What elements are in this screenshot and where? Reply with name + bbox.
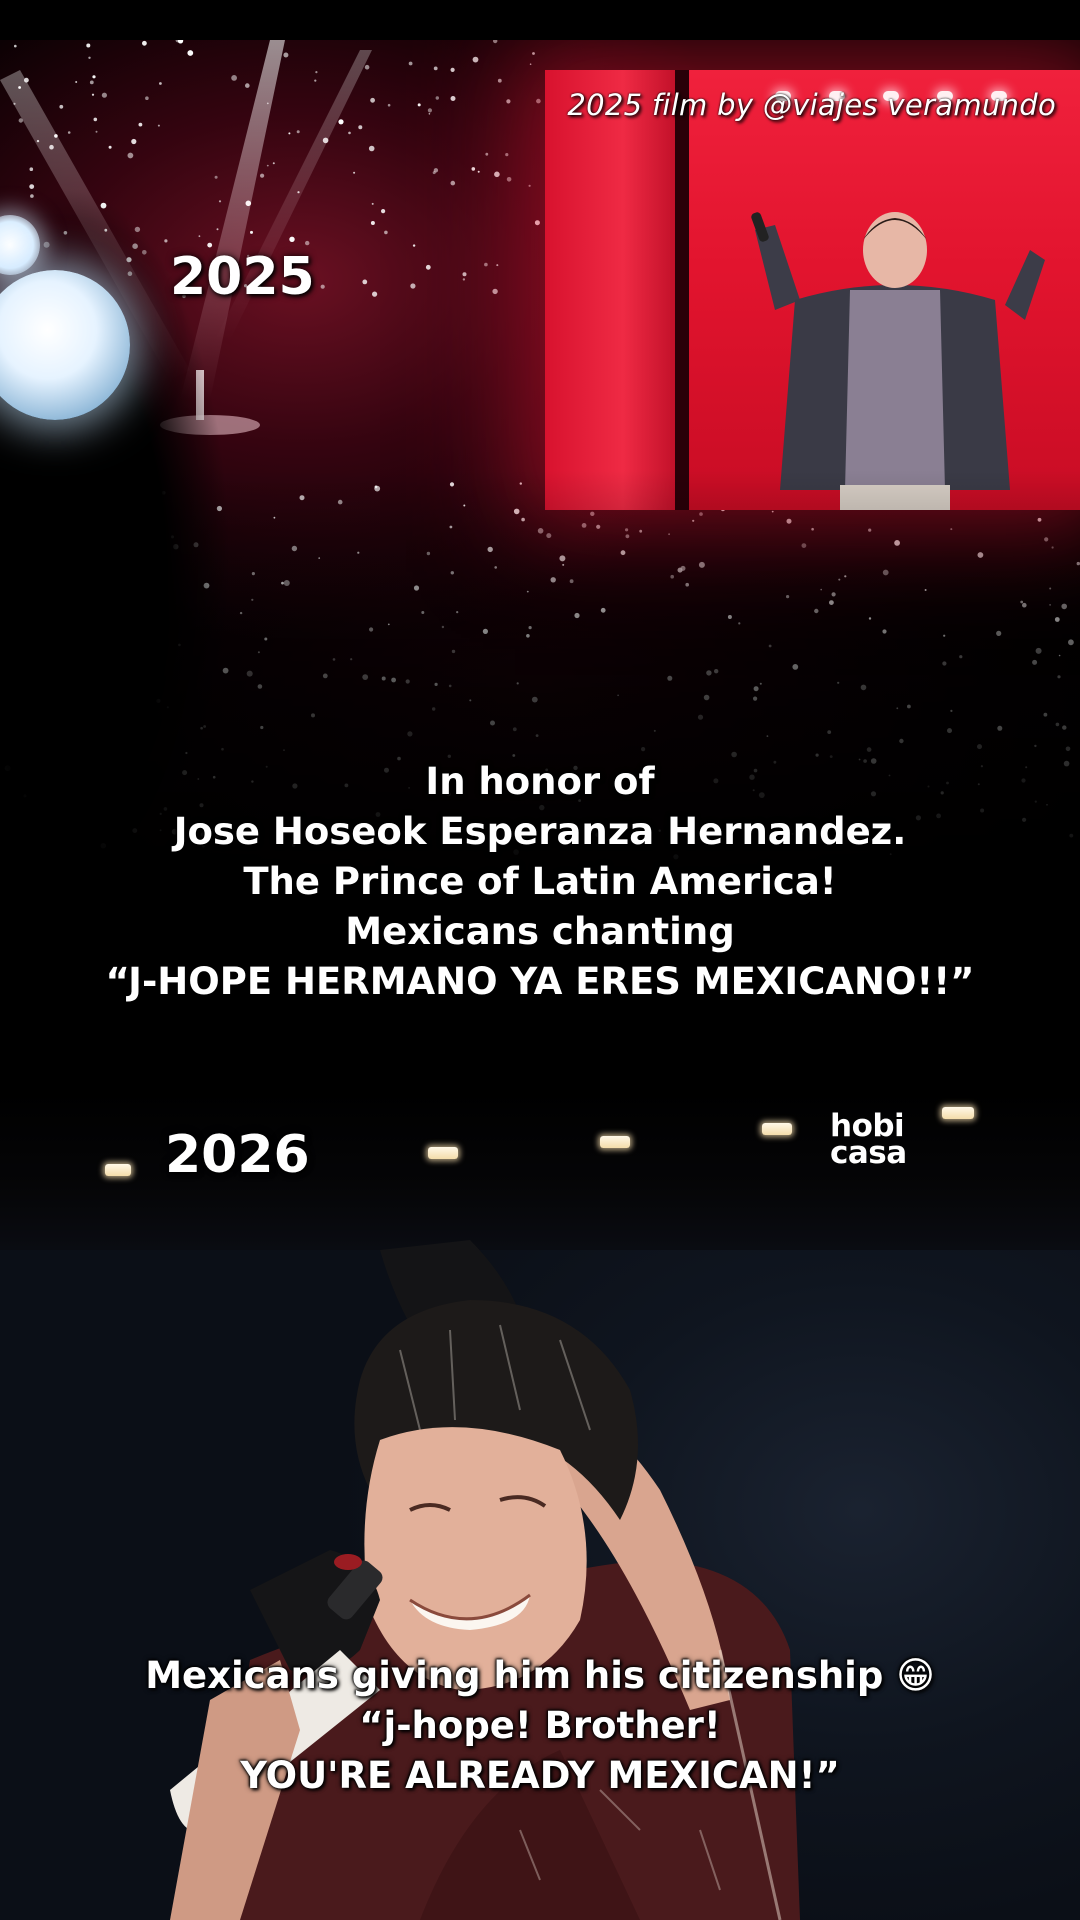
logo-line: casa [830, 1135, 907, 1171]
venue-light [105, 1164, 131, 1176]
band-2026 [0, 1090, 1080, 1250]
caption-honor: In honor of Jose Hoseok Esperanza Hernan… [0, 757, 1080, 1007]
video-frame: 2025 film by @viajes veramundo 2025 In h… [0, 0, 1080, 1920]
caption-line: Mexicans giving him his citizenship 😁 [145, 1654, 935, 1697]
venue-light [428, 1147, 458, 1159]
caption-line: Mexicans chanting [345, 910, 735, 953]
venue-light [942, 1107, 974, 1119]
performer-on-screen [751, 212, 1045, 510]
caption-line: Jose Hoseok Esperanza Hernandez. [173, 810, 907, 853]
screen-side-panel [545, 70, 689, 510]
stage-screen [545, 70, 1080, 510]
film-credit: 2025 film by @viajes veramundo [567, 88, 1056, 122]
hobicasa-logo: hobi casa [830, 1111, 907, 1171]
year-label-2026: 2026 [165, 1125, 310, 1185]
venue-light [762, 1123, 792, 1135]
caption-line: YOU'RE ALREADY MEXICAN!” [240, 1754, 840, 1797]
venue-light [600, 1136, 630, 1148]
caption-line: The Prince of Latin America! [243, 860, 837, 903]
year-label-2025: 2025 [170, 247, 315, 307]
caption-citizenship: Mexicans giving him his citizenship 😁 “j… [0, 1651, 1080, 1801]
caption-line: “J-HOPE HERMANO YA ERES MEXICANO!!” [105, 960, 975, 1003]
caption-line: “j-hope! Brother! [359, 1704, 721, 1747]
caption-line: In honor of [425, 760, 655, 803]
performer-closeup [170, 1240, 800, 1920]
